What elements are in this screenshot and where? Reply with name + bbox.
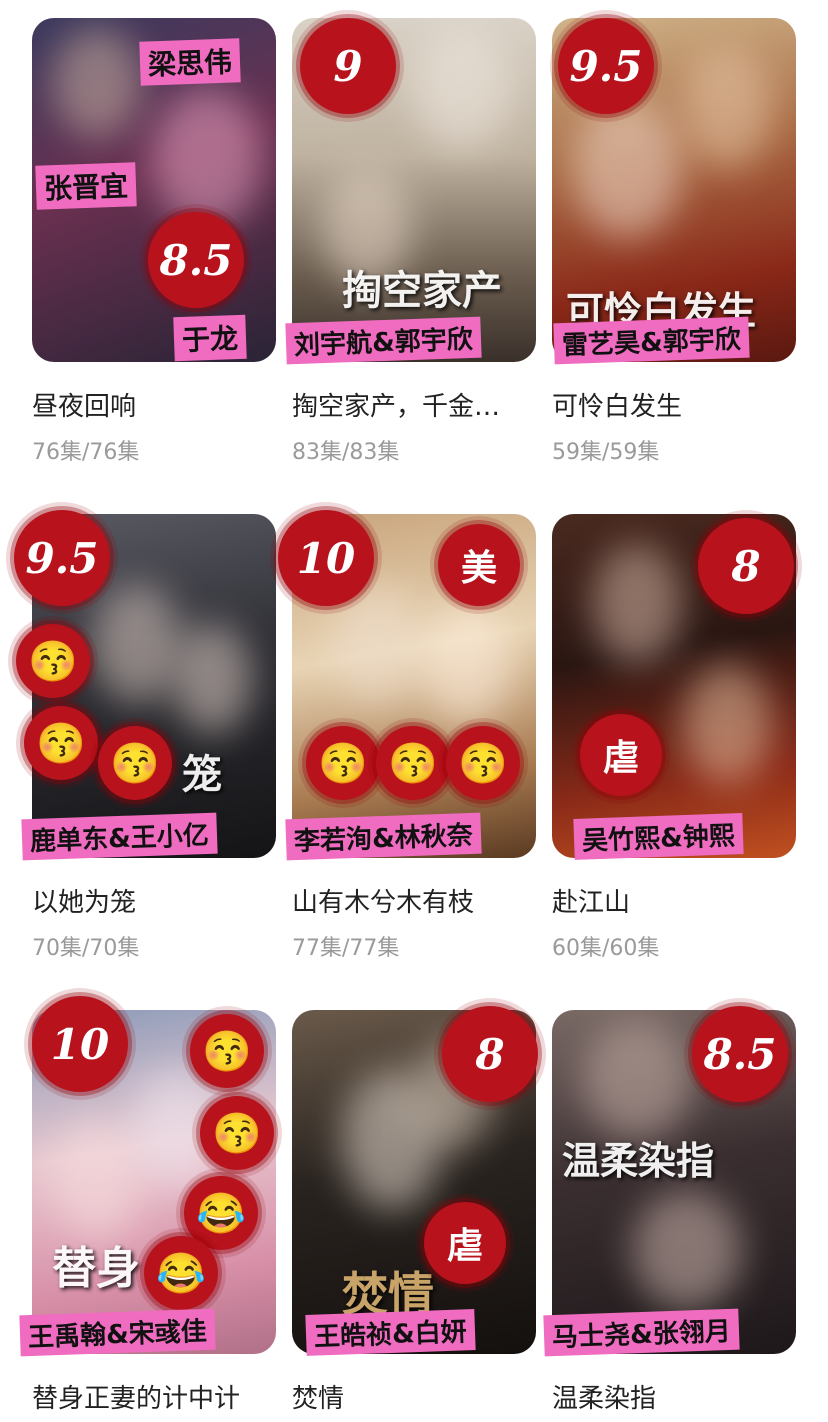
score-badge: 8.5: [692, 1006, 788, 1102]
score-badge: 8: [698, 518, 794, 614]
episode-count: 70集/70集: [32, 936, 140, 961]
score-badge: 8.5: [148, 212, 244, 308]
emoji-badge: 😂: [144, 1236, 218, 1310]
drama-title[interactable]: 可怜白发生: [552, 386, 796, 423]
drama-title[interactable]: 温柔染指: [552, 1378, 796, 1415]
score-badge: 10: [32, 996, 128, 1092]
drama-title[interactable]: 赴江山: [552, 882, 796, 919]
poster-caption: 替身: [52, 1243, 140, 1294]
episode-count: 77集/77集: [292, 936, 400, 961]
poster-caption: 笼: [182, 751, 222, 798]
drama-title[interactable]: 替身正妻的计中计: [32, 1378, 276, 1415]
score-badge: 9.5: [558, 18, 654, 114]
emoji-badge: 😚: [446, 726, 520, 800]
actor-tag: 张晋宜: [35, 162, 137, 210]
emoji-badge: 😚: [376, 726, 450, 800]
emoji-badge: 😚: [306, 726, 380, 800]
actor-tag: 王禹翰&宋彧佳: [19, 1308, 216, 1357]
drama-title[interactable]: 以她为笼: [32, 882, 276, 919]
drama-title[interactable]: 山有木兮木有枝: [292, 882, 536, 919]
word-badge: 美: [438, 524, 520, 606]
score-badge: 8: [442, 1006, 538, 1102]
poster-caption: 温柔染指: [562, 1138, 715, 1183]
actor-tag: 于龙: [173, 314, 247, 362]
actor-tag: 鹿单东&王小亿: [21, 812, 218, 861]
episode-count: 76集/76集: [32, 440, 140, 465]
episode-count: 60集/60集: [552, 936, 660, 961]
actor-tag: 雷艺昊&郭宇欣: [553, 316, 750, 365]
actor-tag: 王皓祯&白妍: [305, 1309, 476, 1356]
emoji-badge: 😚: [24, 706, 98, 780]
episode-count: 59集/59集: [552, 440, 660, 465]
emoji-badge: 😚: [190, 1014, 264, 1088]
score-badge: 9.5: [14, 510, 110, 606]
emoji-badge: 😚: [98, 726, 172, 800]
actor-tag: 吴竹熙&钟熙: [573, 813, 744, 860]
emoji-badge: 😚: [200, 1096, 274, 1170]
episode-count: 83集/83集: [292, 440, 400, 465]
word-badge: 虐: [580, 714, 662, 796]
word-badge: 虐: [424, 1202, 506, 1284]
poster-caption: 掏空家产: [342, 267, 502, 314]
actor-tag: 刘宇航&郭宇欣: [285, 316, 482, 365]
emoji-badge: 😚: [16, 624, 90, 698]
score-badge: 9: [300, 18, 396, 114]
drama-title[interactable]: 掏空家产，千金…: [292, 386, 536, 423]
drama-title[interactable]: 焚情: [292, 1378, 536, 1415]
actor-tag: 马士尧&张翎月: [543, 1308, 740, 1357]
drama-title[interactable]: 昼夜回响: [32, 386, 276, 423]
score-badge: 10: [278, 510, 374, 606]
actor-tag: 梁思伟: [139, 38, 241, 86]
actor-tag: 李若洵&林秋奈: [285, 812, 482, 861]
